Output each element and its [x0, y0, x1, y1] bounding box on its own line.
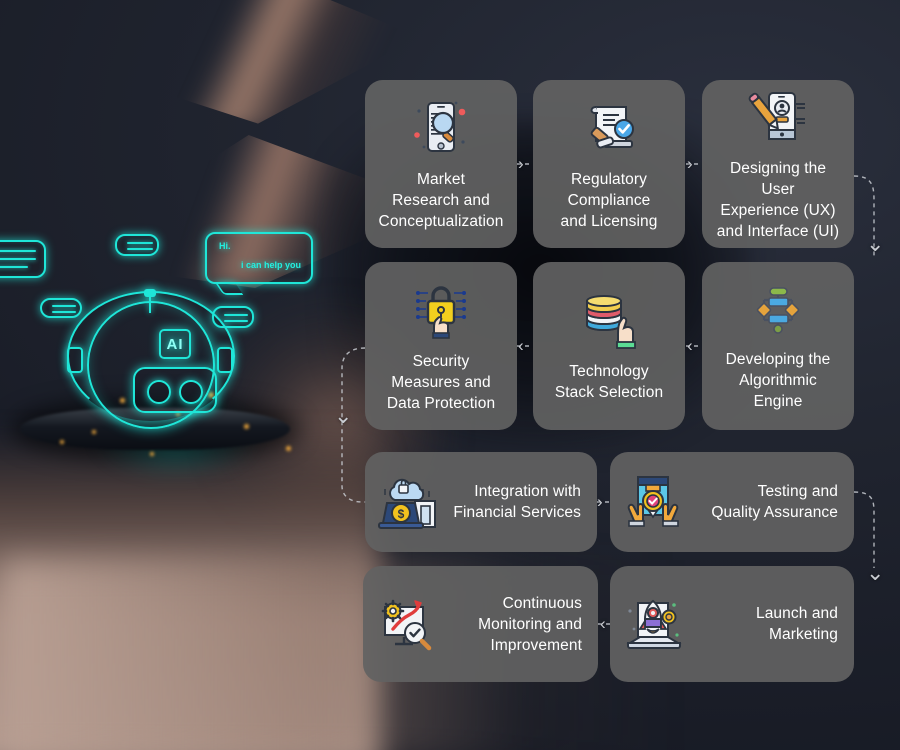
flow-card-label: Market Research and Conceptualization — [378, 170, 504, 230]
flow-card-technology-stack[interactable]: Technology Stack Selection — [533, 262, 685, 430]
flow-card-label: Designing the User Experience (UX) and Int… — [716, 160, 840, 240]
quality-badge-hands-icon — [627, 476, 679, 527]
flow-card-label: Integration with Financial Services — [453, 483, 581, 521]
flow-card-regulatory-compliance[interactable]: Regulatory Compliance and Licensing — [533, 80, 685, 248]
flow-card-security-measures[interactable]: Security Measures and Data Protection — [365, 262, 517, 430]
flow-card-market-research[interactable]: Market Research and Conceptualization — [365, 80, 517, 248]
database-stack-hand-icon — [586, 295, 636, 349]
rocket-laptop-icon — [626, 599, 682, 649]
svg-text:$: $ — [398, 507, 405, 521]
flow-card-label: Security Measures and Data Protection — [386, 352, 496, 412]
process-flowchart: Market Research and Conceptualization Regu… — [0, 0, 900, 750]
flow-card-launch-marketing[interactable]: Launch and Marketing — [610, 566, 854, 682]
flowchart-nodes-icon — [756, 286, 800, 334]
flow-card-label: Continuous Monitoring and Improvement — [478, 594, 582, 654]
flow-card-label: Testing and Quality Assurance — [711, 483, 838, 521]
phone-magnifier-icon — [414, 101, 466, 152]
pencil-phone-design-icon — [748, 92, 805, 140]
monitor-gear-check-icon — [381, 599, 432, 651]
gavel-document-check-icon — [590, 105, 634, 148]
flow-card-financial-integration[interactable]: $ Integration with Financial Services — [365, 452, 597, 552]
flow-card-label: Technology Stack Selection — [554, 363, 664, 401]
padlock-circuit-hand-icon — [416, 285, 466, 339]
flow-card-label: Launch and Marketing — [755, 605, 838, 643]
flow-card-label: Developing the Algorithmic Engine — [725, 350, 831, 410]
flow-card-testing-qa[interactable]: Testing and Quality Assurance — [610, 452, 854, 552]
cloud-bank-coin-icon: $ — [378, 478, 436, 529]
flow-card-continuous-monitoring[interactable]: Continuous Monitoring and Improvement — [363, 566, 598, 682]
flow-card-ux-ui-design[interactable]: Designing the User Experience (UX) and Int… — [702, 80, 854, 248]
flow-card-algorithmic-engine[interactable]: Developing the Algorithmic Engine — [702, 262, 854, 430]
flow-card-label: Regulatory Compliance and Licensing — [560, 170, 658, 230]
